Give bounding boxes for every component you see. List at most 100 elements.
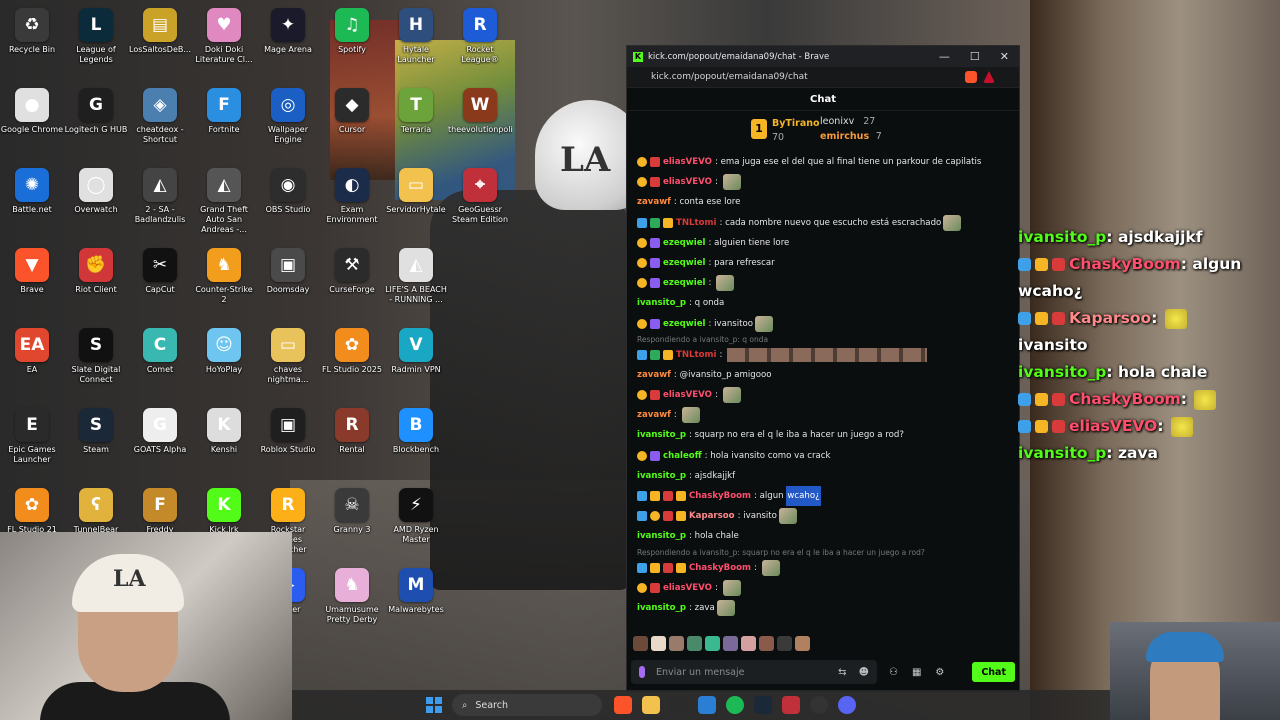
window-titlebar[interactable]: K kick.com/popout/emaidana09/chat - Brav… — [627, 46, 1019, 67]
desktop-icon[interactable]: ◎ Wallpaper Engine — [256, 88, 320, 145]
emote-icon[interactable] — [722, 579, 741, 596]
chat-username[interactable]: ezeqwiel — [663, 253, 705, 273]
emote-icon[interactable] — [755, 315, 774, 332]
desktop-icon[interactable]: ✊ Riot Client — [64, 248, 128, 295]
maximize-button[interactable]: ☐ — [970, 50, 980, 63]
chat-message[interactable]: TNLtomi: cada nombre nuevo que escucho e… — [637, 213, 1009, 233]
gifter-second[interactable]: leonixv 27 — [820, 116, 875, 127]
emote-icon[interactable] — [669, 636, 684, 651]
emote-icon[interactable] — [722, 387, 741, 404]
brave-shields-icon[interactable] — [965, 71, 977, 83]
emote-icon[interactable] — [795, 636, 810, 651]
desktop-icon[interactable]: K Kenshi — [192, 408, 256, 455]
taskbar-search[interactable]: ⌕ Search — [452, 694, 602, 716]
desktop-icon[interactable]: B Blockbench — [384, 408, 448, 455]
chat-message[interactable]: ChaskyBoom: algun wcaho¿ — [637, 486, 1009, 507]
windows-start-icon[interactable] — [426, 697, 442, 713]
translate-icon[interactable]: ⇆ — [838, 667, 846, 678]
address-bar[interactable]: kick.com/popout/emaidana09/chat — [627, 67, 1019, 88]
chat-username[interactable]: TNLtomi — [676, 345, 716, 365]
steam-taskbar-icon[interactable] — [754, 696, 772, 714]
chat-message[interactable]: ezeqwiel: — [637, 273, 1009, 293]
emote-icon[interactable] — [687, 636, 702, 651]
chat-username[interactable]: zavawf — [637, 405, 671, 425]
close-button[interactable]: ✕ — [1000, 50, 1009, 63]
desktop-icon[interactable]: ⌖ GeoGuessr Steam Edition — [448, 168, 512, 225]
chat-username[interactable]: ChaskyBoom — [689, 558, 751, 578]
chat-message[interactable]: eliasVEVO: ema juga ese el del que al fi… — [637, 152, 1009, 172]
desktop-icon[interactable]: ♥ Doki Doki Literature Cl... — [192, 8, 256, 65]
desktop-icon[interactable]: ▭ ServidorHytale — [384, 168, 448, 215]
desktop-icon[interactable]: ◭ Grand Theft Auto San Andreas -... — [192, 168, 256, 235]
emote-icon[interactable] — [759, 636, 774, 651]
chat-message[interactable]: zavawf: @ivansito_p amigooo — [637, 365, 1009, 385]
desktop-icon[interactable]: G Logitech G HUB — [64, 88, 128, 135]
desktop-icon[interactable]: T Terraria — [384, 88, 448, 135]
desktop-icon[interactable]: ⚒ CurseForge — [320, 248, 384, 295]
desktop-icon[interactable]: H Hytale Launcher — [384, 8, 448, 65]
desktop-icon[interactable]: S Steam — [64, 408, 128, 455]
desktop-icon[interactable]: ▼ Brave — [0, 248, 64, 295]
desktop-icon[interactable]: ♻ Recycle Bin — [0, 8, 64, 55]
cursor-taskbar-icon[interactable] — [670, 696, 688, 714]
desktop-icon[interactable]: ▣ Roblox Studio — [256, 408, 320, 455]
chat-message[interactable]: ivansito_p: ajsdkajjkf — [637, 466, 1009, 486]
chat-username[interactable]: eliasVEVO — [663, 152, 712, 172]
discord-taskbar-icon[interactable] — [838, 696, 856, 714]
chat-message[interactable]: TNLtomi: — [637, 345, 1009, 365]
chat-username[interactable]: ivansito_p — [637, 598, 686, 618]
chat-username[interactable]: ezeqwiel — [663, 233, 705, 253]
gift-icon[interactable]: ▦ — [912, 667, 921, 678]
desktop-icon[interactable]: ♫ Spotify — [320, 8, 384, 55]
chat-message[interactable]: ivansito_p: q onda — [637, 293, 1009, 313]
gifter-first-name[interactable]: ByTirano — [772, 118, 820, 129]
desktop-icon[interactable]: ▣ Doomsday — [256, 248, 320, 295]
chat-message[interactable]: ivansito_p: zava — [637, 598, 1009, 618]
chat-username[interactable]: TNLtomi — [676, 213, 716, 233]
chat-username[interactable]: eliasVEVO — [663, 578, 712, 598]
desktop-icon[interactable]: E Epic Games Launcher — [0, 408, 64, 465]
users-icon[interactable]: ⚇ — [889, 667, 898, 678]
desktop-icon[interactable]: ♞ Umamusume Pretty Derby — [320, 568, 384, 625]
emote-icon[interactable] — [943, 214, 962, 231]
microphone-icon[interactable] — [639, 666, 645, 678]
chat-message[interactable]: eliasVEVO: — [637, 578, 1009, 598]
browser-popup-window[interactable]: K kick.com/popout/emaidana09/chat - Brav… — [626, 45, 1020, 692]
chat-message[interactable]: ezeqwiel: ivansitoo — [637, 314, 1009, 334]
chat-username[interactable]: chaleoff — [663, 446, 702, 466]
emote-icon[interactable] — [705, 636, 720, 651]
desktop-icon[interactable]: EA EA — [0, 328, 64, 375]
chat-message[interactable]: ivansito_p: squarp no era el q le iba a … — [637, 425, 1009, 445]
desktop-icon[interactable]: R Rocket League® — [448, 8, 512, 65]
chat-username[interactable]: Kaparsoo — [689, 506, 735, 526]
desktop-icon[interactable]: K Kick.lrk — [192, 488, 256, 535]
desktop-icon[interactable]: ▭ chaves nightma... — [256, 328, 320, 385]
chat-message[interactable]: ChaskyBoom: — [637, 558, 1009, 578]
desktop-icon[interactable]: ʕ TunnelBear — [64, 488, 128, 535]
desktop-icon[interactable]: R Rental — [320, 408, 384, 455]
brave-taskbar-icon[interactable] — [614, 696, 632, 714]
chat-message[interactable]: ivansito_p: hola chale — [637, 526, 1009, 546]
desktop-icon[interactable]: ♞ Counter-Strike 2 — [192, 248, 256, 305]
desktop-icon[interactable]: ◈ cheatdeox - Shortcut — [128, 88, 192, 145]
chat-username[interactable]: ivansito_p — [637, 425, 686, 445]
reply-context[interactable]: Respondiendo a ivansito_p: squarp no era… — [637, 547, 1009, 558]
emote-icon[interactable] — [723, 636, 738, 651]
file-explorer-taskbar-icon[interactable] — [642, 696, 660, 714]
settings-gear-icon[interactable]: ⚙ — [935, 667, 944, 678]
desktop-icon[interactable]: C Comet — [128, 328, 192, 375]
emote-icon[interactable] — [778, 508, 797, 525]
chat-username[interactable]: ivansito_p — [637, 293, 686, 313]
emote-icon[interactable] — [777, 636, 792, 651]
emote-icon[interactable] — [651, 636, 666, 651]
desktop-icon[interactable]: M Malwarebytes — [384, 568, 448, 615]
desktop-icon[interactable]: ☺ HoYoPlay — [192, 328, 256, 375]
desktop-icon[interactable]: ✺ Battle.net — [0, 168, 64, 215]
chat-username[interactable]: zavawf — [637, 192, 671, 212]
game-taskbar-icon[interactable] — [782, 696, 800, 714]
send-chat-button[interactable]: Chat — [972, 662, 1015, 682]
photos-taskbar-icon[interactable] — [698, 696, 716, 714]
emote-icon[interactable] — [716, 275, 735, 292]
chat-message[interactable]: ezeqwiel: para refrescar — [637, 253, 1009, 273]
chat-message[interactable]: zavawf: conta ese lore — [637, 192, 1009, 212]
